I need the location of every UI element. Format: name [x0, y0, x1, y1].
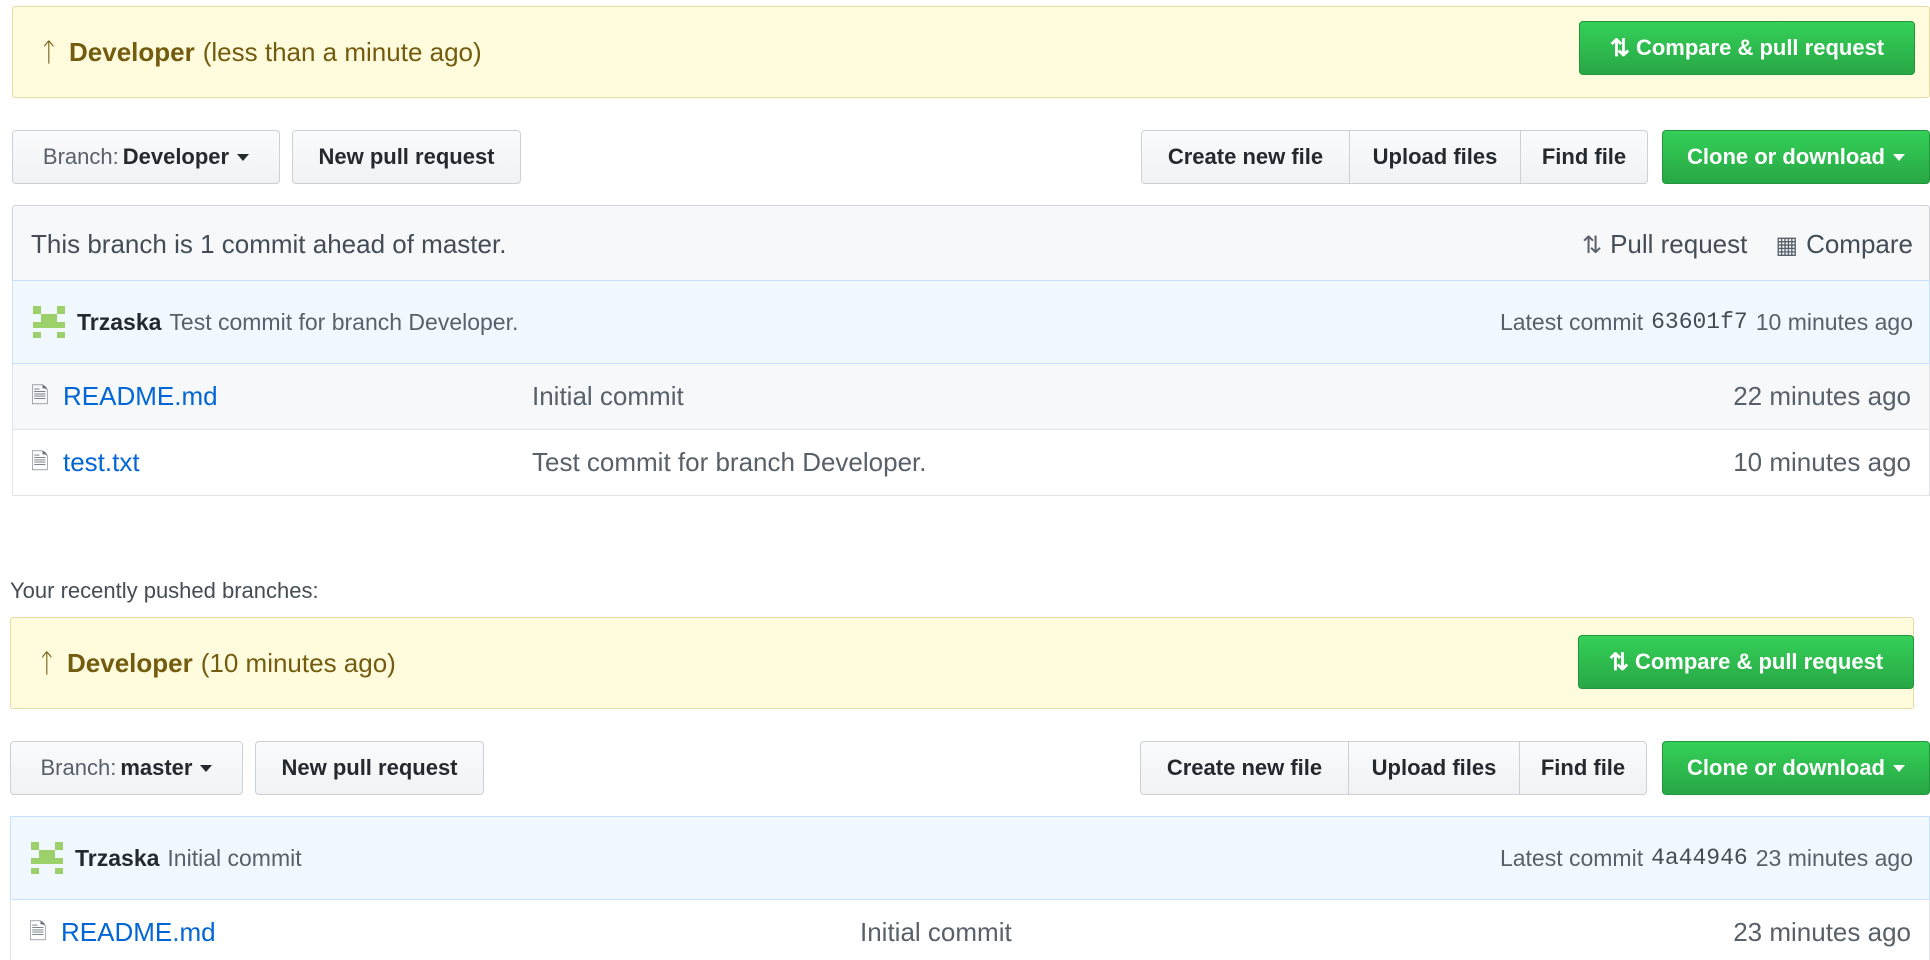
avatar[interactable] — [31, 842, 63, 874]
git-compare-icon: ⇅ — [1608, 648, 1629, 676]
banner-branch-info: ᛏ Developer (10 minutes ago) — [39, 618, 396, 708]
branch-summary: This branch is 1 commit ahead of master.… — [12, 205, 1930, 281]
table-row: 🗎 test.txt Test commit for branch Develop… — [12, 430, 1930, 496]
diff-icon: ▦ — [1775, 231, 1799, 259]
create-new-file-label: Create new file — [1166, 755, 1323, 780]
git-compare-icon: ⇅ — [1609, 34, 1630, 62]
create-new-file-button[interactable]: Create new file — [1140, 741, 1349, 795]
compare-pull-request-button[interactable]: ⇅ Compare & pull request — [1578, 635, 1914, 689]
banner-push-time: (10 minutes ago) — [200, 647, 396, 678]
git-branch-icon: ᛏ — [41, 36, 57, 67]
branch-prefix-label: Branch: — [42, 144, 119, 169]
commit-meta: Latest commit 63601f7 10 minutes ago — [1500, 281, 1913, 363]
branch-prefix-label: Branch: — [40, 755, 117, 780]
file-name: test.txt — [63, 447, 140, 477]
branch-select-name: Developer — [122, 144, 230, 169]
commit-sha[interactable]: 4a44946 — [1651, 845, 1748, 871]
file-age: 10 minutes ago — [1733, 447, 1911, 477]
create-new-file-label: Create new file — [1167, 144, 1324, 169]
new-pull-request-label: New pull request — [281, 755, 458, 780]
banner-push-time: (less than a minute ago) — [202, 36, 482, 67]
pull-request-link[interactable]: ⇅ Pull request — [1582, 229, 1747, 260]
recent-push-banner: ᛏ Developer (less than a minute ago) ⇅ C… — [12, 6, 1930, 98]
new-pull-request-button[interactable]: New pull request — [255, 741, 484, 795]
file-navigation-toolbar: Branch: master New pull request Create n… — [10, 741, 1930, 795]
commit-meta: Latest commit 4a44946 23 minutes ago — [1500, 817, 1913, 899]
create-new-file-button[interactable]: Create new file — [1141, 130, 1350, 184]
upload-files-button[interactable]: Upload files — [1348, 741, 1520, 795]
file-commit-message[interactable]: Initial commit — [860, 900, 1012, 960]
compare-pull-request-label: Compare & pull request — [1635, 35, 1885, 60]
clone-download-label: Clone or download — [1687, 144, 1885, 169]
banner-branch-name[interactable]: Developer — [67, 648, 193, 679]
file-icon: 🗎 — [31, 383, 49, 408]
commit-message[interactable]: Test commit for branch Developer. — [169, 309, 518, 336]
find-file-button[interactable]: Find file — [1520, 130, 1648, 184]
commit-author[interactable]: Trzaska — [75, 845, 159, 872]
file-name-link[interactable]: 🗎 test.txt — [31, 430, 140, 494]
file-name: README.md — [63, 381, 218, 411]
recent-push-banner: ᛏ Developer (10 minutes ago) ⇅ Compare &… — [10, 617, 1914, 709]
file-name-link[interactable]: 🗎 README.md — [29, 900, 216, 960]
compare-pull-request-button[interactable]: ⇅ Compare & pull request — [1579, 21, 1915, 75]
compare-label: Compare — [1806, 228, 1913, 259]
find-file-label: Find file — [1541, 144, 1627, 169]
branch-select-name: master — [120, 755, 193, 780]
file-navigation-toolbar: Branch: Developer New pull request Creat… — [12, 130, 1930, 184]
avatar[interactable] — [33, 306, 65, 338]
file-list: 🗎 README.md Initial commit 22 minutes ago… — [12, 364, 1930, 496]
commit-message[interactable]: Initial commit — [167, 845, 301, 872]
new-pull-request-label: New pull request — [318, 144, 495, 169]
table-row: 🗎 README.md Initial commit 23 minutes ago — [10, 900, 1930, 960]
compare-pull-request-label: Compare & pull request — [1634, 649, 1884, 674]
upload-files-label: Upload files — [1372, 144, 1498, 169]
repo-page: ᛏ Developer (less than a minute ago) ⇅ C… — [0, 0, 1930, 960]
file-name: README.md — [61, 917, 216, 947]
recent-branches-heading: Your recently pushed branches: — [10, 578, 319, 603]
git-branch-icon: ᛏ — [39, 647, 55, 678]
commit-author[interactable]: Trzaska — [77, 309, 161, 336]
banner-branch-info: ᛏ Developer (less than a minute ago) — [41, 7, 482, 97]
upload-files-button[interactable]: Upload files — [1349, 130, 1521, 184]
clone-download-button[interactable]: Clone or download — [1662, 130, 1930, 184]
branch-summary-text: This branch is 1 commit ahead of master. — [31, 229, 507, 259]
file-name-link[interactable]: 🗎 README.md — [31, 364, 218, 428]
find-file-label: Find file — [1540, 755, 1626, 780]
upload-files-label: Upload files — [1371, 755, 1497, 780]
branch-select-button[interactable]: Branch: master — [10, 741, 243, 795]
compare-link[interactable]: ▦ Compare — [1775, 229, 1913, 260]
file-age: 22 minutes ago — [1733, 381, 1911, 411]
latest-commit-label: Latest commit — [1499, 844, 1644, 871]
chevron-down-icon — [200, 764, 213, 772]
branch-summary-actions: ⇅ Pull request ▦ Compare — [1582, 206, 1913, 282]
file-commit-message[interactable]: Initial commit — [532, 364, 684, 428]
file-icon: 🗎 — [31, 449, 49, 474]
commit-sha[interactable]: 63601f7 — [1651, 309, 1748, 335]
chevron-down-icon — [1893, 764, 1905, 772]
banner-branch-name[interactable]: Developer — [69, 37, 195, 68]
new-pull-request-button[interactable]: New pull request — [292, 130, 521, 184]
commit-author-info: Trzaska Initial commit — [31, 817, 302, 899]
file-commit-message[interactable]: Test commit for branch Developer. — [532, 430, 927, 494]
commit-age: 23 minutes ago — [1755, 844, 1913, 871]
pull-request-label: Pull request — [1610, 228, 1748, 259]
chevron-down-icon — [1893, 153, 1905, 161]
table-row: 🗎 README.md Initial commit 22 minutes ago — [12, 364, 1930, 430]
commit-age: 10 minutes ago — [1755, 308, 1913, 335]
file-icon: 🗎 — [29, 919, 47, 944]
clone-download-button[interactable]: Clone or download — [1662, 741, 1930, 795]
chevron-down-icon — [237, 153, 250, 161]
latest-commit-bar: Trzaska Initial commit Latest commit 4a4… — [10, 816, 1930, 900]
file-list: 🗎 README.md Initial commit 23 minutes ago — [10, 900, 1930, 960]
file-age: 23 minutes ago — [1733, 917, 1911, 947]
clone-download-label: Clone or download — [1687, 755, 1885, 780]
branch-select-button[interactable]: Branch: Developer — [12, 130, 280, 184]
commit-author-info: Trzaska Test commit for branch Developer… — [33, 281, 518, 363]
latest-commit-bar: Trzaska Test commit for branch Developer… — [12, 280, 1930, 364]
latest-commit-label: Latest commit — [1499, 308, 1644, 335]
git-pull-request-icon: ⇅ — [1581, 231, 1603, 259]
find-file-button[interactable]: Find file — [1519, 741, 1647, 795]
